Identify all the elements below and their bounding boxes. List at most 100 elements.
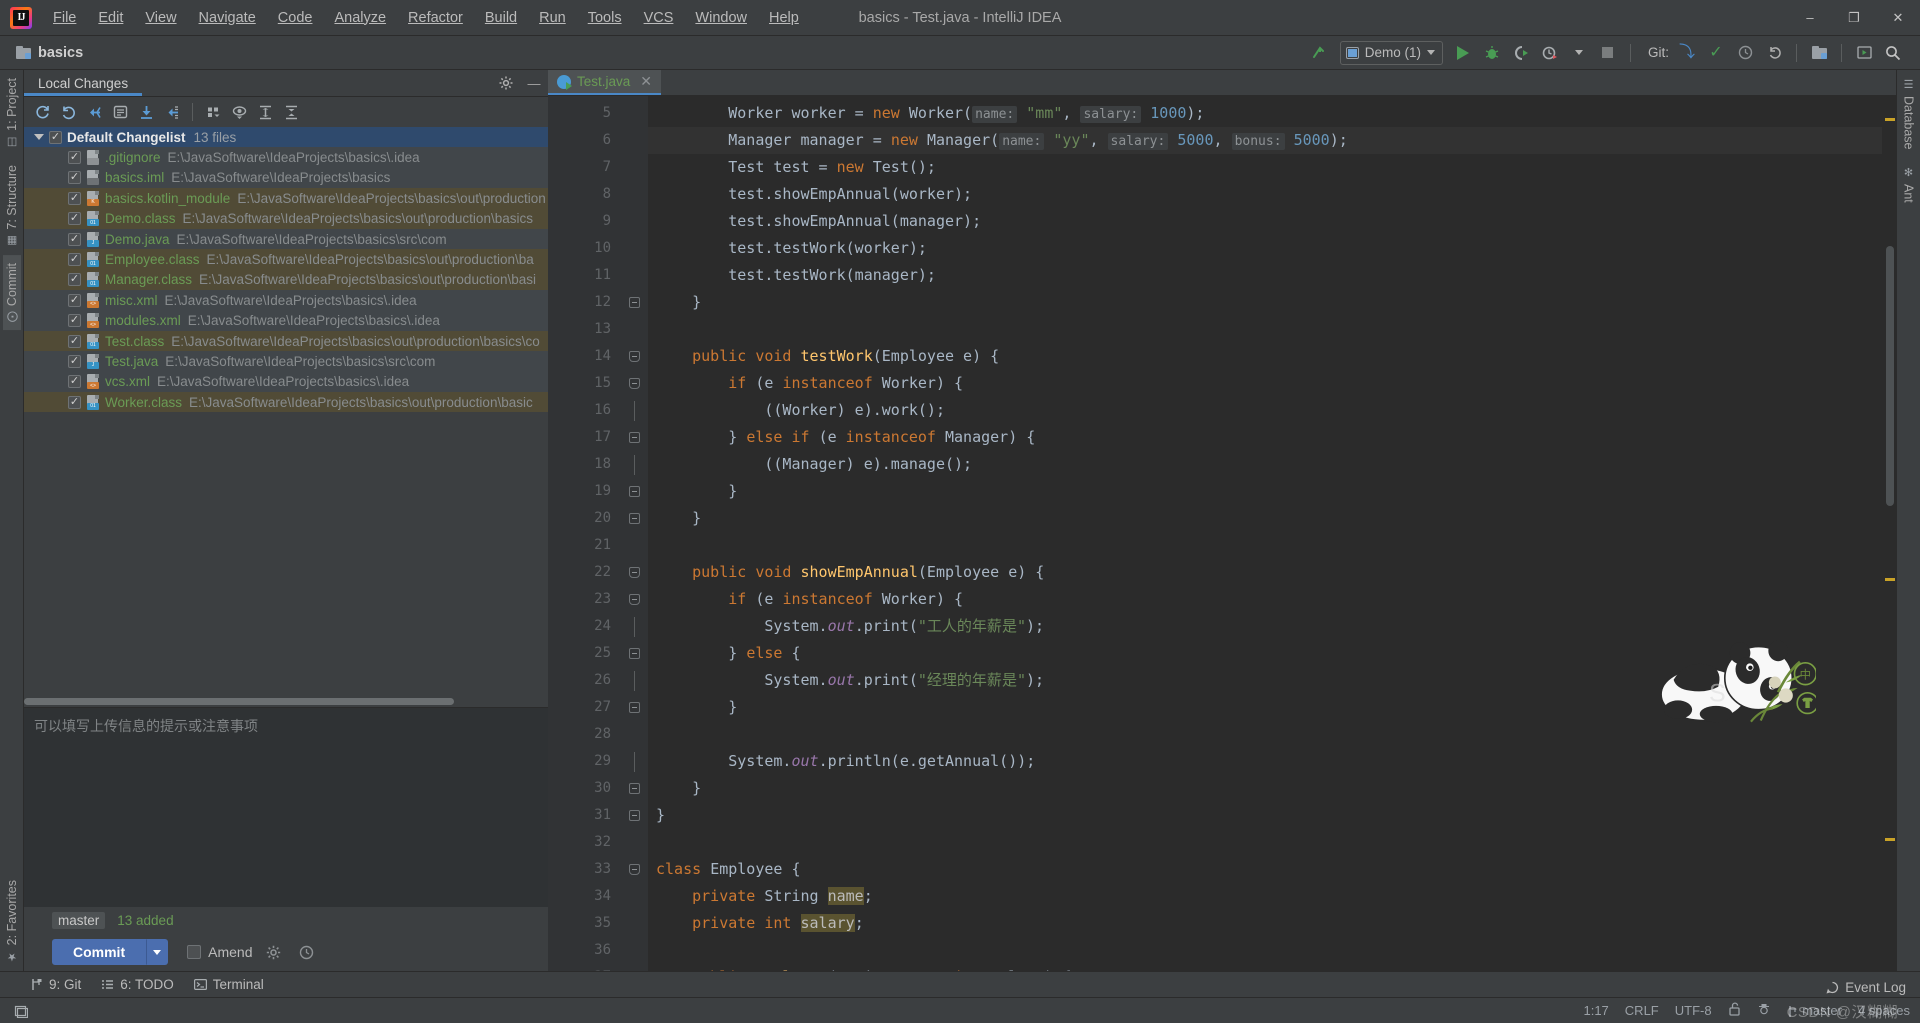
fold-collapse-icon[interactable] <box>628 567 640 579</box>
code-line[interactable]: } <box>648 775 1882 802</box>
fold-marker[interactable] <box>620 424 648 451</box>
file-checkbox[interactable]: ✓ <box>68 273 81 287</box>
code-line[interactable]: Test test = new Test(); <box>648 154 1882 181</box>
menu-help[interactable]: Help <box>758 6 810 30</box>
scrollbar-thumb[interactable] <box>24 698 454 705</box>
menu-tools[interactable]: Tools <box>577 6 633 30</box>
rollback-button[interactable] <box>56 100 80 124</box>
code-line[interactable]: } <box>648 802 1882 829</box>
sidebar-item-commit[interactable]: ⨀ Commit <box>2 255 21 331</box>
git-revert-button[interactable] <box>1761 40 1787 66</box>
table-row[interactable]: ✓ J Demo.java E:\JavaSoftware\IdeaProjects\… <box>24 228 548 250</box>
menu-analyze[interactable]: Analyze <box>323 6 397 30</box>
code-line[interactable]: System.out.println(e.getAnnual()); <box>648 748 1882 775</box>
move-to-changelist-button[interactable] <box>160 100 184 124</box>
code-line[interactable]: test.showEmpAnnual(manager); <box>648 208 1882 235</box>
run-configuration-selector[interactable]: Demo (1) <box>1339 40 1443 65</box>
tab-local-changes[interactable]: Local Changes <box>24 70 143 96</box>
commit-button[interactable]: Commit <box>52 939 147 965</box>
fold-marker[interactable] <box>620 694 648 721</box>
table-row[interactable]: ✓ Kbasics.kotlin_module E:\JavaSoftware\Id… <box>24 188 548 209</box>
fold-marker[interactable] <box>620 640 648 667</box>
commit-options-button[interactable] <box>261 940 285 964</box>
fold-end-icon[interactable] <box>628 783 640 795</box>
sidebar-item-project[interactable]: ◫ 1: Project <box>3 70 21 157</box>
fold-marker[interactable] <box>620 856 648 883</box>
code-line[interactable]: if (e instanceof Worker) { <box>648 586 1882 613</box>
sidebar-item-ant[interactable]: ✻ Ant <box>1900 158 1918 211</box>
code-line[interactable]: public void testWork(Employee e) { <box>648 343 1882 370</box>
code-line[interactable]: public Employee(String name, int salary)… <box>648 964 1882 971</box>
preview-diff-button[interactable] <box>227 100 251 124</box>
code-line[interactable]: } <box>648 289 1882 316</box>
fold-marker[interactable] <box>620 397 648 424</box>
file-checkbox[interactable]: ✓ <box>68 395 81 409</box>
file-checkbox[interactable]: ✓ <box>68 354 81 368</box>
menu-run[interactable]: Run <box>528 6 577 30</box>
commit-split-button[interactable]: Commit <box>52 939 169 965</box>
warning-marker-3[interactable] <box>1885 838 1895 842</box>
show-diff-button[interactable] <box>108 100 132 124</box>
code-line[interactable]: public void showEmpAnnual(Employee e) { <box>648 559 1882 586</box>
git-history-button[interactable] <box>1732 40 1758 66</box>
file-checkbox[interactable]: ✓ <box>68 314 81 328</box>
profile-button[interactable] <box>1537 40 1563 66</box>
file-checkbox[interactable]: ✓ <box>68 151 81 165</box>
changelist-row[interactable]: ✓ Default Changelist 13 files <box>24 127 548 148</box>
table-row[interactable]: ✓ 01 Test.class E:\JavaSoftware\IdeaProject… <box>24 330 548 352</box>
git-update-button[interactable]: ⤵ <box>1674 40 1700 66</box>
changes-horizontal-scrollbar[interactable] <box>24 696 548 707</box>
amend-checkbox-group[interactable]: Amend <box>187 944 252 960</box>
menu-file[interactable]: File <box>42 6 87 30</box>
fold-collapse-icon[interactable] <box>628 864 640 876</box>
code-text[interactable]: Worker worker = new Worker(name: "mm", s… <box>648 96 1882 971</box>
file-checkbox[interactable]: ✓ <box>68 171 81 185</box>
code-folding-gutter[interactable] <box>620 96 648 971</box>
table-row[interactable]: ✓ basics.iml E:\JavaSoftware\IdeaProjects\… <box>24 167 548 189</box>
sidebar-item-database[interactable]: ☰ Database <box>1900 70 1918 158</box>
fold-marker[interactable] <box>620 505 648 532</box>
menu-vcs[interactable]: VCS <box>633 6 685 30</box>
file-checkbox[interactable]: ✓ <box>68 191 81 205</box>
project-structure-button[interactable] <box>1806 40 1832 66</box>
fold-marker[interactable] <box>620 343 648 370</box>
editor-markup-scrollbar[interactable] <box>1882 96 1896 971</box>
shelve-button[interactable] <box>82 100 106 124</box>
fold-collapse-icon[interactable] <box>628 351 640 363</box>
fold-marker[interactable] <box>620 559 648 586</box>
stop-button[interactable] <box>1595 40 1621 66</box>
file-checkbox[interactable]: ✓ <box>68 253 81 267</box>
inspection-hector-icon[interactable] <box>1757 1002 1771 1019</box>
code-line[interactable] <box>648 829 1882 856</box>
fold-end-icon[interactable] <box>628 432 640 444</box>
fold-marker[interactable] <box>620 586 648 613</box>
fold-marker[interactable] <box>620 964 648 971</box>
file-checkbox[interactable]: ✓ <box>68 293 81 307</box>
fold-marker[interactable] <box>620 613 648 640</box>
editor-tab-test-java[interactable]: Test.java ✕ <box>548 70 662 96</box>
line-separator[interactable]: CRLF <box>1625 1003 1659 1018</box>
breadcrumb[interactable]: basics <box>6 45 83 61</box>
menu-refactor[interactable]: Refactor <box>397 6 474 30</box>
expand-triangle-icon[interactable] <box>34 134 44 141</box>
table-row[interactable]: ✓ 01 Worker.class E:\JavaSoftware\IdeaProje… <box>24 392 548 413</box>
code-line[interactable]: test.showEmpAnnual(worker); <box>648 181 1882 208</box>
scrollbar-thumb[interactable] <box>1886 246 1894 507</box>
code-line[interactable]: } else if (e instanceof Manager) { <box>648 424 1882 451</box>
amend-checkbox[interactable] <box>187 945 202 959</box>
collapse-all-button[interactable] <box>279 100 303 124</box>
fold-collapse-icon[interactable] <box>628 594 640 606</box>
commit-message-input[interactable]: 可以填写上传信息的提示或注意事项 <box>24 707 548 907</box>
file-checkbox[interactable]: ✓ <box>68 232 81 246</box>
fold-marker[interactable] <box>620 775 648 802</box>
code-line[interactable]: class Employee { <box>648 856 1882 883</box>
code-line[interactable] <box>648 937 1882 964</box>
table-row[interactable]: ✓ 01 Manager.class E:\JavaSoftware\IdeaProj… <box>24 269 548 291</box>
fold-marker[interactable] <box>620 478 648 505</box>
code-line[interactable]: test.testWork(manager); <box>648 262 1882 289</box>
table-row[interactable]: ✓ J Test.java E:\JavaSoftware\IdeaProjects\… <box>24 351 548 372</box>
code-line[interactable]: Worker worker = new Worker(name: "mm", s… <box>648 100 1882 127</box>
menu-window[interactable]: Window <box>684 6 758 30</box>
code-line[interactable] <box>648 532 1882 559</box>
fold-end-icon[interactable] <box>628 648 640 660</box>
